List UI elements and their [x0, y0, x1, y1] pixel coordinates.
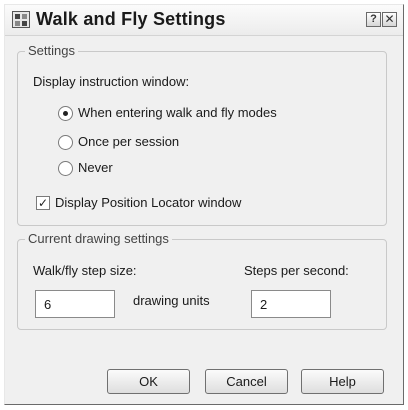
- radio-when-entering[interactable]: [58, 106, 73, 121]
- close-icon[interactable]: ✕: [382, 12, 397, 27]
- position-locator-label[interactable]: Display Position Locator window: [55, 195, 241, 210]
- radio-never[interactable]: [58, 161, 73, 176]
- radio-never-label[interactable]: Never: [78, 160, 113, 175]
- current-drawing-settings-legend: Current drawing settings: [25, 231, 172, 246]
- ok-button[interactable]: OK: [107, 369, 190, 394]
- app-icon: [12, 11, 30, 28]
- drawing-units-label: drawing units: [133, 293, 210, 308]
- title-bar[interactable]: Walk and Fly Settings ? ✕: [5, 5, 403, 36]
- display-instruction-label: Display instruction window:: [33, 74, 190, 89]
- help-icon[interactable]: ?: [366, 12, 381, 27]
- settings-group-legend: Settings: [25, 43, 78, 58]
- step-size-input[interactable]: [35, 290, 115, 318]
- steps-per-second-label: Steps per second:: [244, 263, 349, 278]
- help-button[interactable]: Help: [301, 369, 384, 394]
- steps-per-second-input[interactable]: [251, 290, 331, 318]
- dialog-title: Walk and Fly Settings: [36, 9, 226, 29]
- step-size-label: Walk/fly step size:: [33, 263, 137, 278]
- radio-when-entering-label[interactable]: When entering walk and fly modes: [78, 105, 277, 120]
- radio-selected-dot: [63, 111, 68, 116]
- position-locator-checkbox[interactable]: ✓: [36, 196, 50, 210]
- radio-once-per-session-label[interactable]: Once per session: [78, 134, 179, 149]
- cancel-button[interactable]: Cancel: [205, 369, 288, 394]
- radio-once-per-session[interactable]: [58, 135, 73, 150]
